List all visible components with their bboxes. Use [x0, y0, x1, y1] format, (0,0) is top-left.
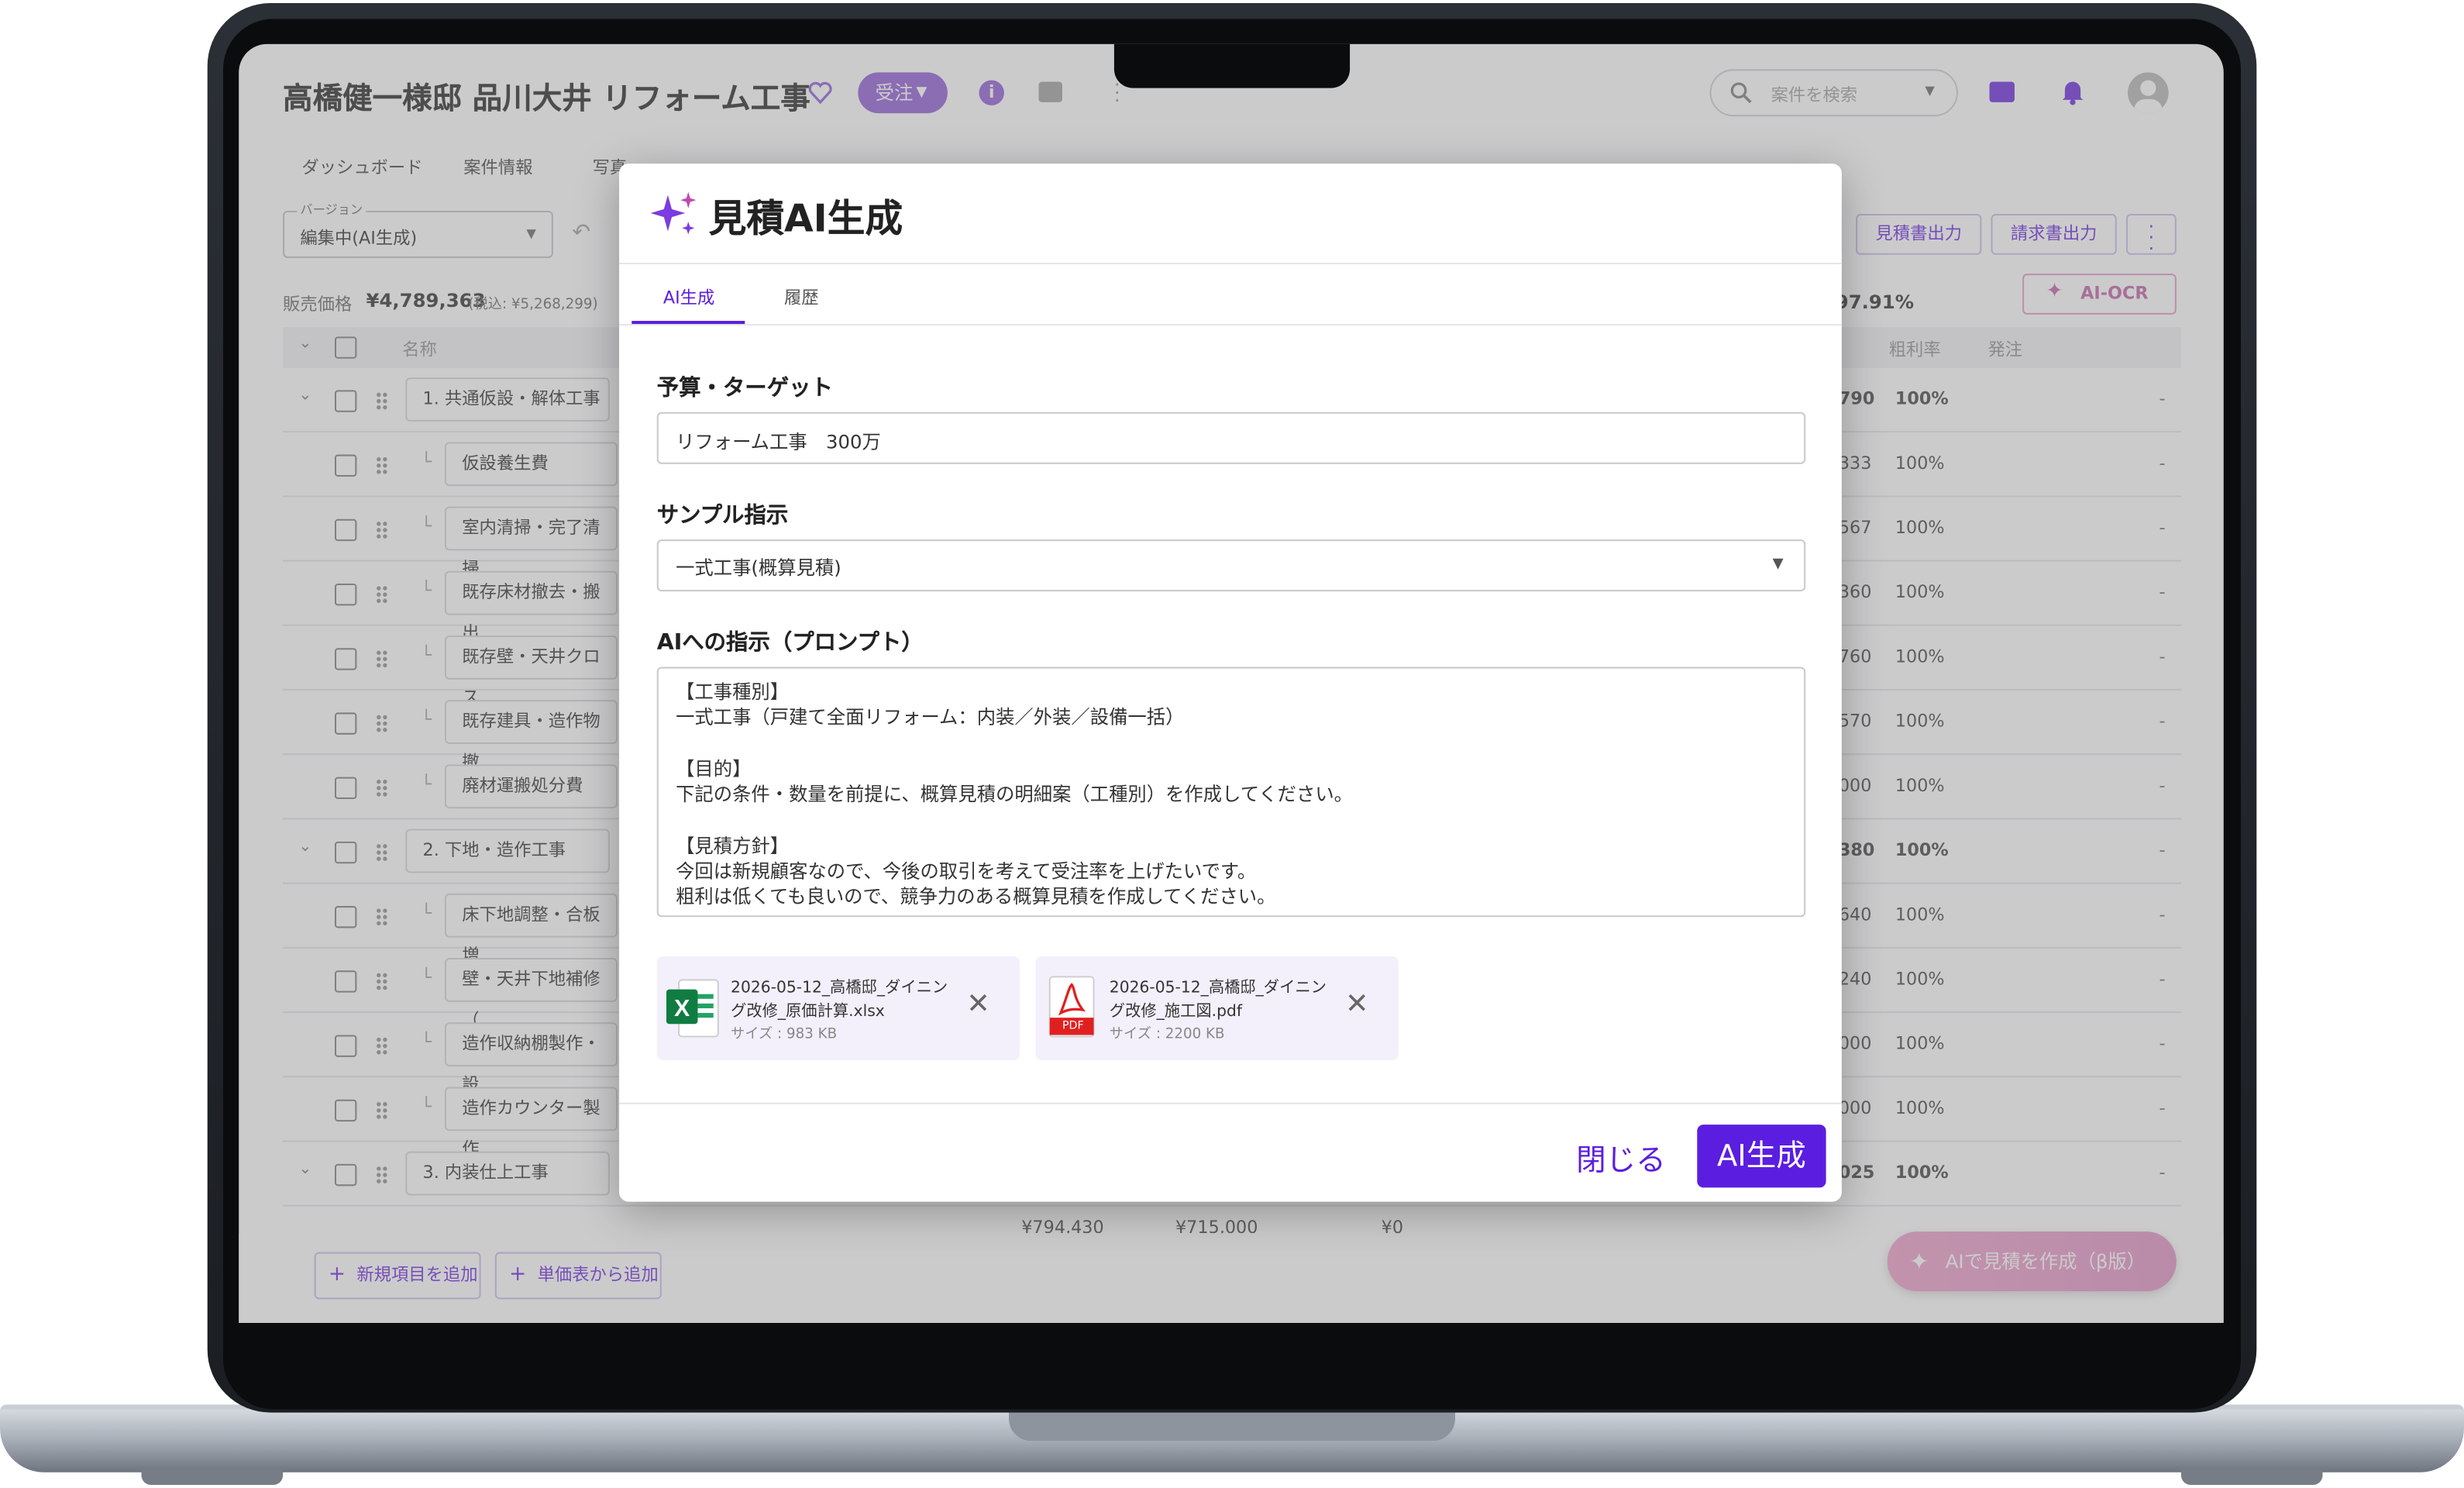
ai-generate-button[interactable]: AI生成	[1697, 1125, 1826, 1188]
laptop-foot-right	[2180, 1469, 2323, 1485]
budget-value: リフォーム工事 300万	[676, 431, 881, 453]
prompt-textarea[interactable]: 【工事種別】 一式工事（戸建て全面リフォーム：内装／外装／設備一括） 【目的】下記の…	[656, 666, 1806, 918]
file-name-line2: グ改修_原価計算.xlsx	[731, 1003, 885, 1021]
ai-sparkle-icon	[650, 191, 697, 235]
sample-label: サンプル指示	[656, 503, 789, 529]
laptop-mockup: 高橋健一様邸 品川大井 リフォーム工事 受注 ▼ i · · · 案件を検索 ▼ ダ…	[0, 0, 2464, 1488]
prompt-line: 今回は新規顧客なので、今後の取引を考えて受注率を上げたいです。	[676, 860, 1257, 883]
attached-file: X 2026-05-12_高橋邸_ダイニン グ改修_原価計算.xlsx サイズ …	[656, 956, 1020, 1060]
attached-file: PDF 2026-05-12_高橋邸_ダイニン グ改修_施工図.pdf サイズ …	[1035, 956, 1399, 1060]
prompt-line: 粗利は低くても良いので、競争力のある概算見積を作成してください。	[676, 886, 1276, 908]
close-button[interactable]: 閉じる	[1576, 1137, 1666, 1180]
tab-history[interactable]: 履歴	[784, 284, 819, 309]
prompt-line	[676, 731, 1353, 756]
excel-icon: X	[666, 979, 719, 1038]
camera-notch	[1113, 43, 1351, 88]
laptop-opening-notch	[1009, 1409, 1455, 1442]
prompt-line: 【見積方針】	[676, 835, 790, 857]
prompt-text: 【工事種別】 一式工事（戸建て全面リフォーム：内装／外装／設備一括） 【目的】下記の…	[676, 680, 1353, 911]
file-name-line2: グ改修_施工図.pdf	[1109, 1003, 1242, 1021]
laptop-foot-left	[141, 1469, 284, 1485]
budget-input[interactable]: リフォーム工事 300万	[656, 412, 1806, 464]
chevron-down-icon: ▼	[1772, 556, 1784, 573]
pdf-badge: PDF	[1062, 1019, 1084, 1032]
ai-estimate-dialog: 見積AI生成 AI生成 履歴 予算・ターゲット リフォーム工事 300万 サンプ…	[619, 164, 1842, 1202]
tab-ai-generate[interactable]: AI生成	[663, 284, 714, 309]
file-size: サイズ : 983 KB	[731, 1027, 838, 1043]
file-name-line1: 2026-05-12_高橋邸_ダイニン	[1109, 980, 1327, 997]
divider	[619, 1102, 1842, 1104]
prompt-label: AIへの指示（プロンプト）	[656, 630, 924, 656]
remove-file-close-icon[interactable]: ✕	[966, 990, 990, 1020]
prompt-line: 下記の条件・数量を前提に、概算見積の明細案（工種別）を作成してください。	[676, 784, 1354, 806]
prompt-line: 【工事種別】	[676, 680, 790, 704]
sample-value: 一式工事(概算見積)	[676, 556, 841, 579]
divider	[619, 262, 1842, 264]
prompt-line	[676, 808, 1353, 833]
dialog-title: 見積AI生成	[708, 196, 903, 241]
budget-label: 予算・ターゲット	[656, 376, 833, 401]
file-size: サイズ : 2200 KB	[1109, 1027, 1225, 1043]
sample-select[interactable]: 一式工事(概算見積) ▼	[656, 539, 1806, 592]
divider	[619, 324, 1842, 326]
svg-text:X: X	[674, 995, 690, 1021]
prompt-line: 一式工事（戸建て全面リフォーム：内装／外装／設備一括）	[676, 706, 1185, 729]
remove-file-close-icon[interactable]: ✕	[1345, 990, 1369, 1020]
file-name-line1: 2026-05-12_高橋邸_ダイニン	[731, 980, 948, 997]
prompt-line: 【目的】	[676, 758, 752, 780]
